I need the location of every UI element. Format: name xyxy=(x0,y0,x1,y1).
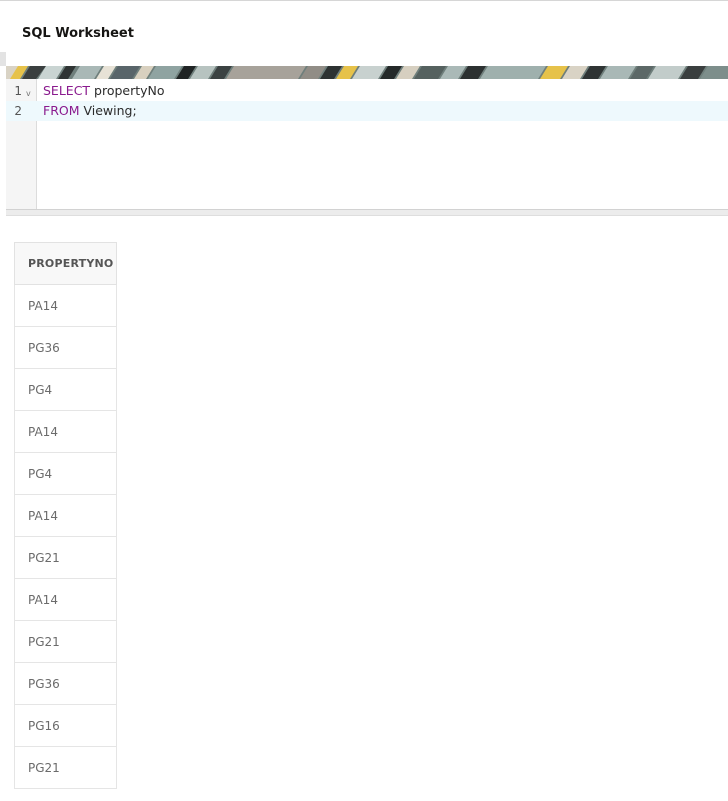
pane-splitter[interactable] xyxy=(6,209,728,216)
table-cell[interactable]: PG4 xyxy=(14,452,117,495)
table-row: PG16 xyxy=(14,704,117,747)
editor-line-2[interactable]: 2 FROM Viewing; xyxy=(6,101,728,121)
table-cell[interactable]: PA14 xyxy=(14,578,117,621)
line-number: 1 xyxy=(14,84,22,98)
table-cell[interactable]: PG21 xyxy=(14,620,117,663)
table-cell[interactable]: PG16 xyxy=(14,704,117,747)
table-row: PG21 xyxy=(14,536,117,579)
sql-editor[interactable]: 1 v SELECT propertyNo 2 FROM Viewing; xyxy=(6,79,728,209)
sql-text: Viewing; xyxy=(79,103,137,118)
table-cell[interactable]: PA14 xyxy=(14,494,117,537)
table-row: PA14 xyxy=(14,578,117,621)
table-cell[interactable]: PG36 xyxy=(14,662,117,705)
table-row: PA14 xyxy=(14,284,117,327)
table-cell[interactable]: PG21 xyxy=(14,536,117,579)
banner-pattern xyxy=(6,66,728,79)
table-cell[interactable]: PG4 xyxy=(14,368,117,411)
results-table: PROPERTYNO PA14 PG36 PG4 PA14 PG4 PA14 P… xyxy=(14,242,117,789)
sql-worksheet-page: SQL Worksheet 1 v SELECT propertyNo 2 FR… xyxy=(0,0,728,801)
table-row: PA14 xyxy=(14,494,117,537)
line-number: 2 xyxy=(14,104,22,118)
page-title: SQL Worksheet xyxy=(22,26,134,41)
table-cell[interactable]: PA14 xyxy=(14,284,117,327)
table-cell[interactable]: PG36 xyxy=(14,326,117,369)
query-results: PROPERTYNO PA14 PG36 PG4 PA14 PG4 PA14 P… xyxy=(14,242,117,789)
table-row: PG4 xyxy=(14,368,117,411)
table-header-row: PROPERTYNO xyxy=(14,242,117,285)
table-cell[interactable]: PA14 xyxy=(14,410,117,453)
sql-text: propertyNo xyxy=(90,83,165,98)
table-cell[interactable]: PG21 xyxy=(14,746,117,789)
code-text: SELECT propertyNo xyxy=(43,81,165,101)
table-row: PG21 xyxy=(14,620,117,663)
editor-line-1[interactable]: 1 v SELECT propertyNo xyxy=(6,81,728,101)
table-row: PG36 xyxy=(14,662,117,705)
decorative-banner xyxy=(6,66,728,79)
code-text: FROM Viewing; xyxy=(43,101,137,121)
table-row: PG4 xyxy=(14,452,117,495)
worksheet-header: SQL Worksheet xyxy=(0,1,728,66)
column-header-propertyno[interactable]: PROPERTYNO xyxy=(14,242,117,285)
sql-keyword: SELECT xyxy=(43,83,91,98)
table-row: PG21 xyxy=(14,746,117,789)
table-row: PA14 xyxy=(14,410,117,453)
panel-edge xyxy=(0,52,6,66)
sql-keyword: FROM xyxy=(43,103,80,118)
table-row: PG36 xyxy=(14,326,117,369)
